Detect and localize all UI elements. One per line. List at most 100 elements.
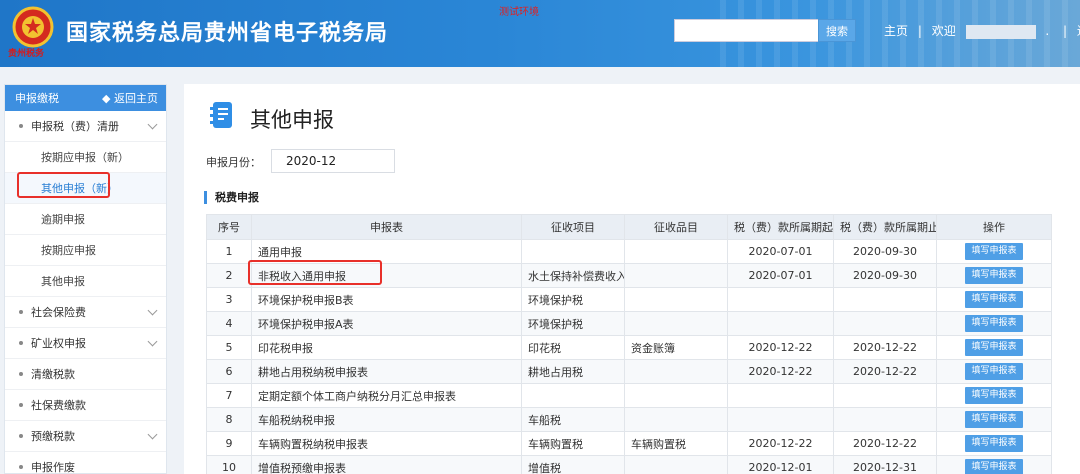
levy-subitem: [624, 359, 728, 384]
sidebar-item-social-payment[interactable]: 社保费缴款: [5, 390, 166, 421]
bullet-icon: [19, 124, 23, 128]
period-start: [727, 311, 834, 336]
sidebar-item-label: 预缴税款: [31, 430, 75, 443]
sidebar-item-label: 清缴税款: [31, 368, 75, 381]
levy-item: 水土保持补偿费收入: [521, 263, 625, 288]
period-start: [727, 407, 834, 432]
fill-form-button[interactable]: 填写申报表: [965, 339, 1023, 356]
search-button[interactable]: 搜索: [818, 19, 856, 42]
period-start: 2020-07-01: [727, 263, 834, 288]
action-cell: 填写申报表: [936, 383, 1052, 408]
highlight-box-row: [248, 260, 382, 285]
levy-item: 车辆购置税: [521, 431, 625, 456]
fill-form-button[interactable]: 填写申报表: [965, 435, 1023, 452]
emblem-caption: 贵州税务: [8, 49, 45, 59]
fill-form-button[interactable]: 填写申报表: [965, 363, 1023, 380]
row-number: 5: [206, 335, 252, 360]
fill-form-button[interactable]: 填写申报表: [965, 459, 1023, 474]
fill-form-button[interactable]: 填写申报表: [965, 387, 1023, 404]
home-link[interactable]: 主页: [884, 22, 908, 39]
form-name: 定期定额个体工商户纳税分月汇总申报表: [251, 383, 522, 408]
sidebar-item-other[interactable]: 其他申报: [5, 266, 166, 297]
sidebar-item-social-insurance[interactable]: 社会保险费: [5, 297, 166, 328]
bullet-icon: [19, 403, 23, 407]
sidebar-item-periodic-new[interactable]: 按期应申报（新）: [5, 142, 166, 173]
site-title: 国家税务总局贵州省电子税务局: [66, 21, 389, 46]
month-field[interactable]: 2020-12: [271, 149, 395, 173]
declaration-table: 序号 申报表 征收项目 征收品目 税（费）款所属期起 税（费）款所属期止 操作 …: [206, 214, 1052, 474]
action-cell: 填写申报表: [936, 311, 1052, 336]
levy-item: [521, 383, 625, 408]
month-label: 申报月份：: [206, 156, 261, 169]
sidebar-item-tax-clearance[interactable]: 清缴税款: [5, 359, 166, 390]
sidebar-item-label: 矿业权申报: [31, 337, 86, 350]
period-end: [833, 407, 937, 432]
table-row: 7 定期定额个体工商户纳税分月汇总申报表 填写申报表: [206, 383, 1052, 408]
period-end: 2020-12-22: [833, 359, 937, 384]
period-start: 2020-12-22: [727, 431, 834, 456]
chevron-down-icon: [147, 429, 158, 440]
bullet-icon: [19, 310, 23, 314]
period-start: [727, 287, 834, 312]
sidebar-title: 申报缴税: [15, 92, 59, 105]
col-header: 操作: [936, 214, 1052, 240]
highlight-box-sidebar: [17, 172, 110, 198]
levy-item: 环境保护税: [521, 287, 625, 312]
period-end: 2020-09-30: [833, 239, 937, 264]
action-cell: 填写申报表: [936, 287, 1052, 312]
chevron-down-icon: [147, 119, 158, 130]
fill-form-button[interactable]: 填写申报表: [965, 267, 1023, 284]
fill-form-button[interactable]: 填写申报表: [965, 411, 1023, 428]
fill-form-button[interactable]: 填写申报表: [965, 243, 1023, 260]
col-header: 税（费）款所属期止: [833, 214, 937, 240]
col-header: 征收品目: [624, 214, 728, 240]
period-start: 2020-07-01: [727, 239, 834, 264]
period-end: 2020-09-30: [833, 263, 937, 288]
sidebar-item-mining-rights[interactable]: 矿业权申报: [5, 328, 166, 359]
sidebar-item-label: 其他申报: [41, 275, 85, 288]
table-row: 8 车船税纳税申报 车船税 填写申报表: [206, 407, 1052, 432]
form-name: 印花税申报: [251, 335, 522, 360]
period-start: [727, 383, 834, 408]
back-home-link[interactable]: ◆ 返回主页: [102, 90, 158, 106]
form-name: 环境保护税申报B表: [251, 287, 522, 312]
period-start: 2020-12-01: [727, 455, 834, 474]
row-number: 1: [206, 239, 252, 264]
bullet-icon: [19, 341, 23, 345]
sidebar-header: 申报缴税 ◆ 返回主页: [5, 85, 166, 111]
environment-label: 测试环境: [499, 7, 539, 18]
bullet-icon: [19, 372, 23, 376]
row-number: 6: [206, 359, 252, 384]
sidebar-item-prepay[interactable]: 预缴税款: [5, 421, 166, 452]
levy-item: 耕地占用税: [521, 359, 625, 384]
table-row: 4 环境保护税申报A表 环境保护税 填写申报表: [206, 311, 1052, 336]
table-row: 10 增值税预缴申报表 增值税 2020-12-01 2020-12-31 填写申报表: [206, 455, 1052, 474]
sidebar-item-periodic[interactable]: 按期应申报: [5, 235, 166, 266]
fill-form-button[interactable]: 填写申报表: [965, 291, 1023, 308]
levy-subitem: [624, 287, 728, 312]
sidebar-item-overdue[interactable]: 逾期申报: [5, 204, 166, 235]
period-end: 2020-12-22: [833, 431, 937, 456]
form-name: 车船税纳税申报: [251, 407, 522, 432]
table-header-row: 序号 申报表 征收项目 征收品目 税（费）款所属期起 税（费）款所属期止 操作: [206, 214, 1052, 240]
levy-item: 印花税: [521, 335, 625, 360]
action-cell: 填写申报表: [936, 455, 1052, 474]
bullet-icon: [19, 434, 23, 438]
action-cell: 填写申报表: [936, 431, 1052, 456]
table-row: 3 环境保护税申报B表 环境保护税 填写申报表: [206, 287, 1052, 312]
sidebar: 申报缴税 ◆ 返回主页 申报税（费）清册 按期应申报（新） 其他申报（新） 逾期…: [4, 84, 167, 474]
row-number: 8: [206, 407, 252, 432]
fill-form-button[interactable]: 填写申报表: [965, 315, 1023, 332]
sidebar-item-tax-list[interactable]: 申报税（费）清册: [5, 111, 166, 142]
form-name: 车辆购置税纳税申报表: [251, 431, 522, 456]
nav-separator: |: [917, 24, 922, 38]
sidebar-item-label: 申报作废: [31, 461, 75, 474]
period-end: [833, 311, 937, 336]
period-end: [833, 287, 937, 312]
col-header: 序号: [206, 214, 252, 240]
period-end: 2020-12-31: [833, 455, 937, 474]
sidebar-item-void[interactable]: 申报作废: [5, 452, 166, 474]
search-input[interactable]: [674, 19, 818, 42]
row-number: 2: [206, 263, 252, 288]
action-cell: 填写申报表: [936, 239, 1052, 264]
